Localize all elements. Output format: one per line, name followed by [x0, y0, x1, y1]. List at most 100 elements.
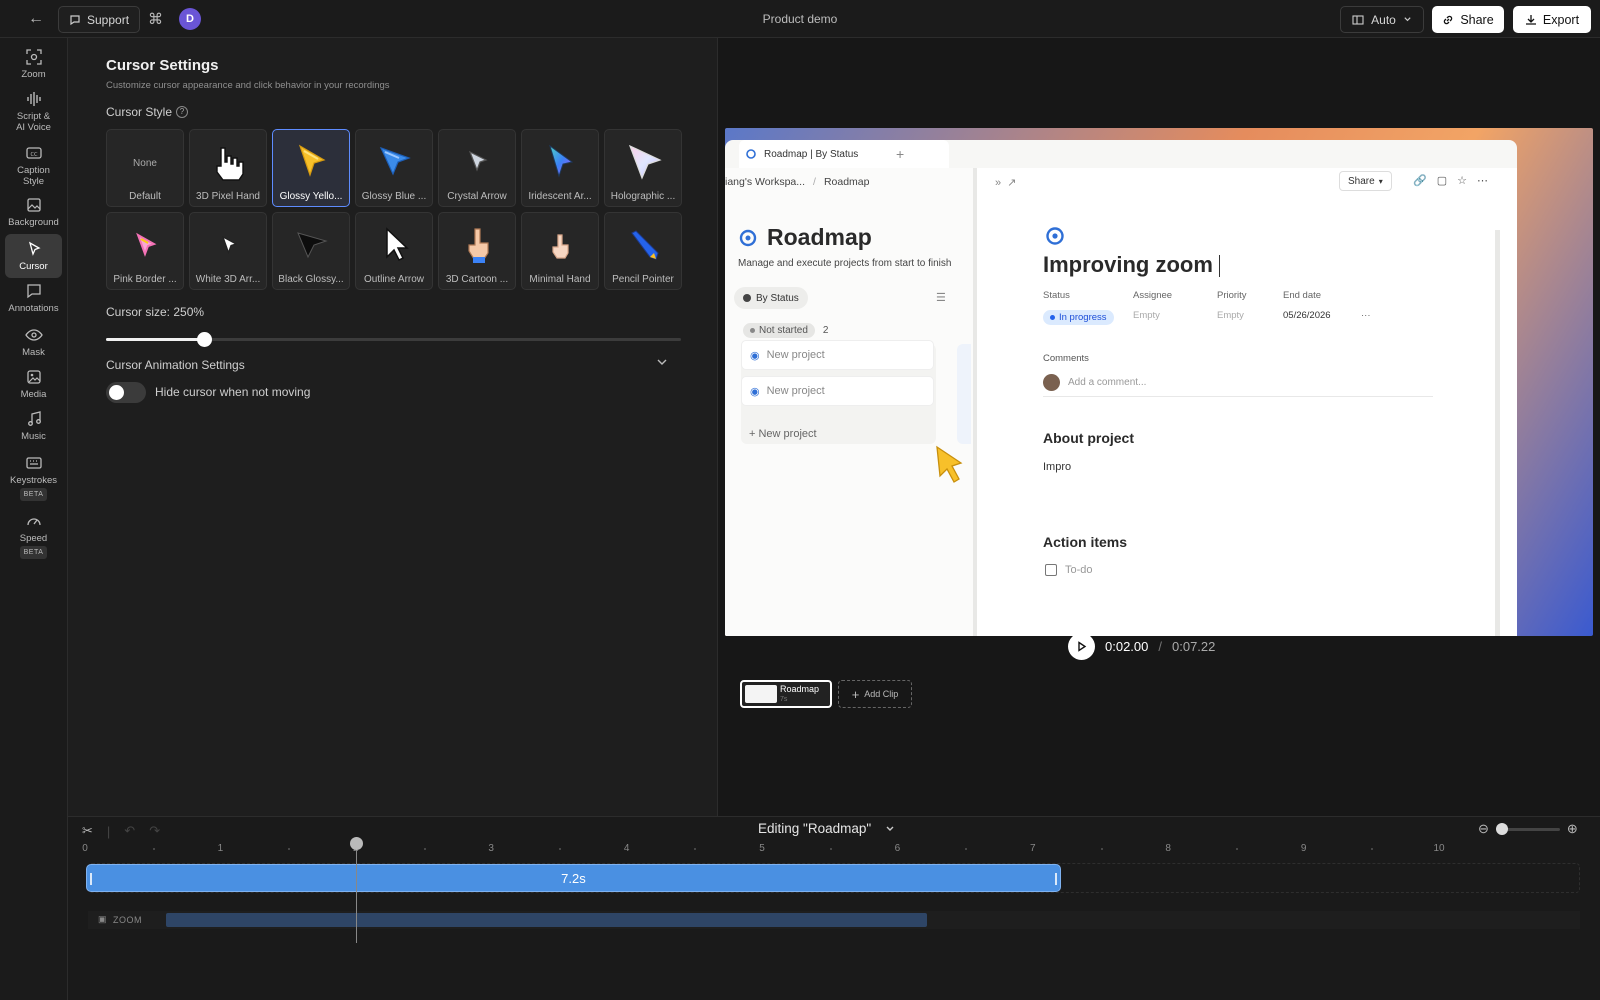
rail-item-background[interactable]: Background [5, 196, 62, 228]
clip-handle-left[interactable] [90, 873, 92, 885]
rail-item-media[interactable]: Media [5, 368, 62, 400]
clip-thumbnail [745, 685, 777, 703]
rail-label: Keystrokes [10, 475, 57, 486]
ruler-minor-tick [965, 848, 968, 850]
rail-item-zoom[interactable]: Zoom [5, 48, 62, 80]
cursor-size-slider[interactable] [106, 332, 681, 347]
ruler-minor-tick [423, 848, 426, 850]
top-bar: ← Support ⌘ D Product demo Auto Share Ex… [0, 0, 1600, 38]
clip-strip: Roadmap 7s + Add Clip [740, 680, 912, 710]
rail-item-mask[interactable]: Mask [5, 326, 62, 358]
cursor-option-crystal-arrow[interactable]: Crystal Arrow [438, 129, 516, 207]
cursor-option-white-3d-arrow[interactable]: White 3D Arr... [189, 212, 267, 290]
board-panel: iang's Workspa... / Roadmap Roadmap Mana… [725, 168, 977, 636]
rail-item-music[interactable]: Music [5, 410, 62, 442]
cursor-option-default[interactable]: None Default [106, 129, 184, 207]
user-avatar[interactable]: D [179, 8, 201, 30]
support-button[interactable]: Support [58, 6, 141, 33]
timeline-clip[interactable]: 7.2s [86, 864, 1061, 892]
layout-auto-label: Auto [1371, 12, 1396, 27]
cursor-animation-settings-label[interactable]: Cursor Animation Settings [106, 358, 245, 372]
status-dot [1050, 315, 1055, 320]
zoom-in-icon[interactable]: ⊕ [1567, 821, 1578, 837]
clip-duration: 7s [780, 696, 788, 703]
cursor-option-iridescent-arrow[interactable]: Iridescent Ar... [521, 129, 599, 207]
cursor-option-pink-border[interactable]: Pink Border ... [106, 212, 184, 290]
cursor-option-holographic[interactable]: Holographic ... [604, 129, 682, 207]
scissors-icon[interactable]: ✂ [82, 823, 93, 839]
rail-item-caption-style[interactable]: CC Caption Style [5, 144, 62, 187]
cursor-size-label: Cursor size: 250% [106, 305, 205, 319]
help-icon[interactable]: ? [176, 106, 189, 118]
cursor-option-outline-arrow[interactable]: Outline Arrow [355, 212, 433, 290]
timeline-zoom-thumb[interactable] [1495, 822, 1508, 835]
chevron-down-icon [1404, 17, 1411, 22]
rail-item-annotations[interactable]: Annotations [5, 282, 62, 314]
hide-cursor-toggle[interactable] [106, 382, 146, 403]
add-clip-button[interactable]: + Add Clip [838, 680, 912, 708]
crumb-page: Roadmap [823, 176, 870, 188]
rail-item-speed[interactable]: Speed BETA [5, 512, 62, 559]
video-preview[interactable]: Roadmap | By Status + iang's Workspa... … [725, 128, 1593, 636]
comment-placeholder: Add a comment... [1068, 377, 1147, 388]
zoom-segment[interactable] [166, 913, 928, 927]
timeline-zoom-slider[interactable] [1495, 822, 1560, 835]
rail-item-keystrokes[interactable]: Keystrokes BETA [5, 454, 62, 501]
cursor-option-3d-pixel-hand[interactable]: 3D Pixel Hand [189, 129, 267, 207]
cursor-option-pencil-pointer[interactable]: Pencil Pointer [604, 212, 682, 290]
clip-handle-right[interactable] [1054, 873, 1057, 885]
ruler-tick: 9 [1300, 843, 1307, 854]
redo-icon[interactable]: ↷ [149, 823, 160, 839]
about-text: Impro [1043, 461, 1072, 473]
prop-end-date-label: End date [1283, 290, 1322, 301]
rail-item-script-ai-voice[interactable]: Script & AI Voice [5, 90, 62, 133]
cursor-option-glossy-blue[interactable]: Glossy Blue ... [355, 129, 433, 207]
rail-item-cursor[interactable]: Cursor [5, 234, 62, 278]
todo-label: To-do [1065, 564, 1093, 576]
export-button[interactable]: Export [1513, 6, 1591, 33]
layout-auto-dropdown[interactable]: Auto [1340, 6, 1424, 33]
clip-roadmap[interactable]: Roadmap 7s [740, 680, 832, 708]
cursor-option-label: Default [129, 191, 161, 202]
prop-end-date-value: 05/26/2026 [1283, 310, 1331, 321]
blue-arrow-icon [379, 146, 411, 176]
export-label: Export [1542, 12, 1580, 27]
page-panel: » ↗ Share ▾ 🔗▢☆⋯ Improving zoom Status As… [981, 168, 1517, 636]
ruler-tick: 6 [894, 843, 901, 854]
clip-track: 7.2s [86, 863, 1580, 893]
play-icon [1078, 640, 1087, 652]
link-icon [1444, 15, 1453, 24]
cursor-option-glossy-yellow[interactable]: Glossy Yello... [272, 129, 350, 207]
playhead[interactable] [349, 837, 363, 943]
chevron-down-icon: ▾ [1378, 176, 1383, 186]
cursor-option-label: Holographic ... [610, 191, 676, 202]
cursor-option-black-glossy[interactable]: Black Glossy... [272, 212, 350, 290]
zoom-icon [25, 49, 42, 65]
filter-icon: ☰ [936, 292, 946, 304]
prop-status-label: Status [1043, 290, 1070, 301]
command-icon[interactable]: ⌘ [148, 10, 163, 28]
editing-clip-dropdown[interactable]: Editing "Roadmap" [758, 821, 895, 836]
speed-icon [26, 518, 41, 526]
page-toolbar-icons: 🔗▢☆⋯ [1413, 175, 1498, 187]
text-caret [1218, 255, 1220, 278]
zoom-out-icon[interactable]: ⊖ [1478, 821, 1489, 837]
support-label: Support [87, 12, 130, 27]
cursor-size-slider-thumb[interactable] [196, 332, 212, 347]
status-badge: In progress [1043, 310, 1114, 325]
share-label: Share [1460, 12, 1494, 27]
cursor-option-3d-cartoon-hand[interactable]: 3D Cartoon ... [438, 212, 516, 290]
back-arrow-icon[interactable]: ← [26, 9, 46, 29]
play-button[interactable] [1068, 632, 1095, 660]
chevron-down-icon[interactable] [656, 356, 668, 368]
undo-icon[interactable]: ↶ [124, 823, 135, 839]
todo-item: To-do [1045, 564, 1093, 576]
cursor-option-label: Glossy Blue ... [361, 191, 427, 202]
cursor-option-minimal-hand[interactable]: Minimal Hand [521, 212, 599, 290]
settings-title: Cursor Settings [106, 57, 219, 74]
group-count: 2 [822, 325, 829, 336]
board-title: Roadmap [737, 224, 872, 251]
share-button[interactable]: Share [1432, 6, 1504, 33]
playhead-knob[interactable] [349, 837, 363, 850]
board-column: ◉ New project ◉ New project + New project [741, 340, 936, 444]
